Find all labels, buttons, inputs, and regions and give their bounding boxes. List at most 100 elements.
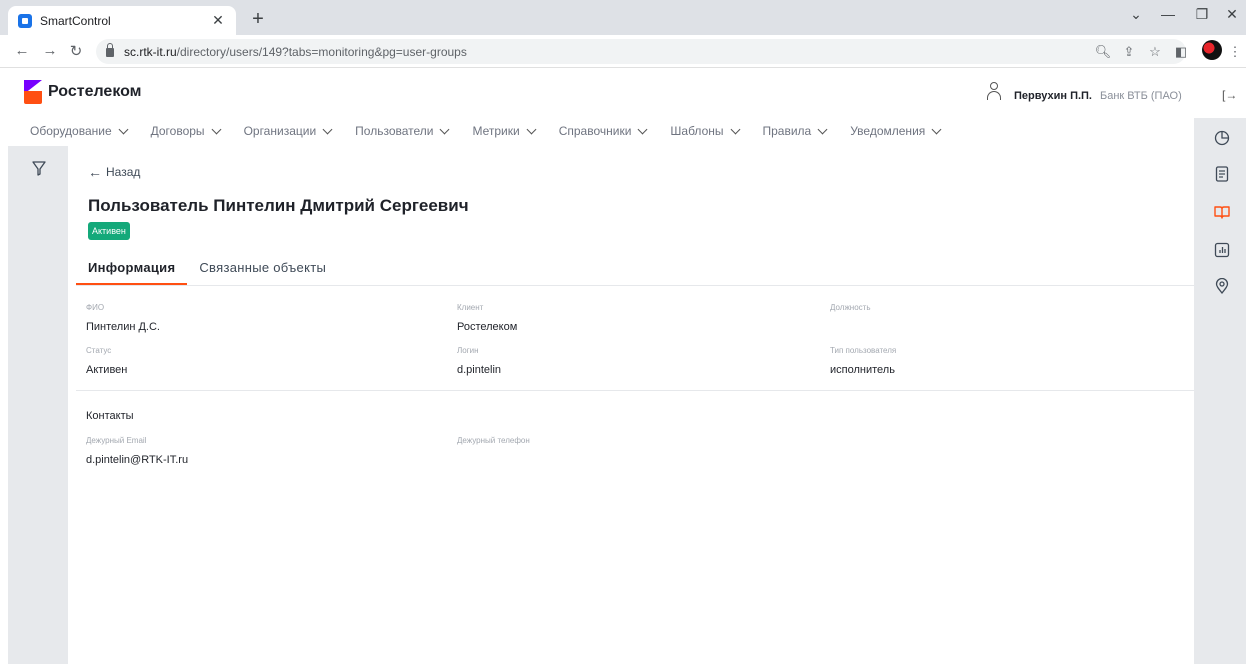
pie-chart-icon[interactable] (1214, 130, 1230, 146)
status-badge: Активен (88, 222, 130, 240)
lock-icon (106, 43, 114, 57)
field-login: Логин d.pintelin (457, 346, 501, 376)
left-sidebar (8, 146, 68, 664)
nav-item-organizations[interactable]: Организации (243, 124, 333, 138)
field-fio: ФИО Пинтелин Д.С. (86, 303, 160, 333)
close-tab-icon[interactable]: ✕ (210, 12, 226, 29)
url-path: /directory/users/149?tabs=monitoring&pg=… (176, 44, 467, 59)
reload-icon[interactable]: ↻ (66, 42, 86, 60)
side-panel-icon[interactable]: ◧ (1172, 44, 1190, 60)
logout-icon[interactable]: [→ (1222, 88, 1237, 102)
contacts-section-title: Контакты (86, 410, 134, 422)
nav-item-label: Организации (243, 124, 317, 138)
page-title: Пользователь Пинтелин Дмитрий Сергеевич (88, 196, 469, 215)
back-nav-icon[interactable]: ← (12, 42, 32, 59)
field-label: Дежурный Email (86, 436, 147, 445)
user-organization: Банк ВТБ (ПАО) (1100, 90, 1182, 102)
nav-item-label: Шаблоны (670, 124, 724, 138)
nav-item-label: Правила (762, 124, 812, 138)
field-label: Должность (830, 303, 871, 312)
logo-mark-icon (24, 80, 44, 104)
maximize-button[interactable]: ❐ (1190, 6, 1214, 23)
current-user[interactable]: Первухин П.П. Банк ВТБ (ПАО) (986, 80, 1182, 102)
close-window-button[interactable]: ✕ (1220, 6, 1244, 23)
rostelecom-logo[interactable]: Ростелеком (24, 80, 142, 104)
nav-item-directories[interactable]: Справочники (558, 124, 648, 138)
new-tab-button[interactable]: + (246, 8, 270, 31)
field-value: d.pintelin (457, 364, 502, 376)
forward-nav-icon[interactable]: → (40, 42, 60, 59)
field-label: Тип пользователя (830, 346, 897, 355)
main-nav: Оборудование Договоры Организации Пользо… (30, 118, 964, 144)
tab-list: Информация Связанные объекты (76, 250, 338, 285)
arrow-left-icon: ← (88, 164, 102, 180)
chevron-down-icon (118, 124, 129, 134)
tab-search-icon[interactable]: ⌄ (1124, 6, 1148, 23)
report-icon[interactable] (1214, 242, 1230, 258)
field-label: ФИО (86, 303, 105, 312)
nav-item-label: Уведомления (850, 124, 926, 138)
tab-information[interactable]: Информация (76, 250, 188, 285)
address-bar[interactable]: sc.rtk-it.ru/directory/users/149?tabs=mo… (96, 39, 1186, 64)
bookmark-star-icon[interactable]: ☆ (1146, 44, 1164, 60)
chevron-down-icon (637, 124, 648, 134)
browser-toolbar: ← → ↻ sc.rtk-it.ru/directory/users/149?t… (0, 35, 1246, 68)
location-pin-icon[interactable] (1214, 278, 1230, 294)
nav-item-label: Пользователи (355, 124, 434, 138)
browser-tab[interactable]: SmartControl ✕ (8, 6, 236, 35)
back-label: Назад (106, 165, 141, 179)
chevron-down-icon (211, 124, 222, 134)
field-value: d.pintelin@RTK-IT.ru (86, 454, 189, 466)
book-icon[interactable] (1214, 204, 1230, 220)
nav-item-label: Метрики (472, 124, 520, 138)
field-label: Клиент (457, 303, 484, 312)
browser-tab-title: SmartControl (40, 13, 111, 28)
field-duty-email: Дежурный Email d.pintelin@RTK-IT.ru (86, 436, 188, 466)
right-sidebar (1194, 118, 1246, 664)
tab-related-objects[interactable]: Связанные объекты (187, 250, 338, 285)
nav-item-rules[interactable]: Правила (762, 124, 828, 138)
field-value: Активен (86, 364, 128, 376)
field-status: Статус Активен (86, 346, 127, 376)
minimize-button[interactable]: — (1156, 6, 1180, 22)
nav-item-notifications[interactable]: Уведомления (850, 124, 942, 138)
chevron-down-icon (322, 124, 333, 134)
chevron-down-icon (440, 124, 450, 134)
back-link[interactable]: ← Назад (88, 164, 140, 180)
field-client: Клиент Ростелеком (457, 303, 517, 333)
field-label: Дежурный телефон (457, 436, 530, 445)
profile-avatar[interactable] (1202, 40, 1222, 60)
section-divider (76, 390, 1194, 391)
share-icon[interactable]: ⇪ (1120, 44, 1138, 60)
main-content: ← Назад Пользователь Пинтелин Дмитрий Се… (68, 146, 1194, 664)
chevron-down-icon (931, 124, 942, 134)
nav-item-users[interactable]: Пользователи (355, 124, 450, 138)
field-value: исполнитель (830, 364, 895, 376)
document-icon[interactable] (1214, 166, 1230, 182)
url-host: sc.rtk-it.ru (124, 44, 177, 59)
field-label: Статус (86, 346, 112, 355)
browser-tab-bar: SmartControl ✕ + ⌄ — ❐ ✕ (0, 0, 1246, 35)
chevron-down-icon (526, 124, 537, 134)
chevron-down-icon (730, 124, 740, 134)
menu-dots-icon[interactable]: ⋮ (1226, 44, 1244, 60)
favicon-icon (18, 13, 32, 28)
field-user-type: Тип пользователя исполнитель (830, 346, 896, 376)
field-position: Должность (830, 303, 871, 321)
nav-item-label: Договоры (150, 124, 205, 138)
filter-icon[interactable] (32, 160, 46, 176)
logo-text: Ростелеком (48, 83, 142, 100)
zoom-icon[interactable]: 🔍︎ (1094, 44, 1112, 60)
user-name: Первухин П.П. (1014, 90, 1092, 102)
field-label: Логин (457, 346, 479, 355)
nav-item-templates[interactable]: Шаблоны (670, 124, 740, 138)
nav-item-label: Справочники (558, 124, 632, 138)
chevron-down-icon (817, 124, 828, 134)
user-icon (986, 82, 1001, 100)
nav-item-metrics[interactable]: Метрики (472, 124, 537, 138)
nav-item-contracts[interactable]: Договоры (150, 124, 222, 138)
nav-item-label: Оборудование (30, 124, 112, 138)
nav-item-equipment[interactable]: Оборудование (30, 124, 129, 138)
app-header: Ростелеком Первухин П.П. Банк ВТБ (ПАО) … (0, 68, 1246, 116)
field-duty-phone: Дежурный телефон (457, 436, 530, 454)
